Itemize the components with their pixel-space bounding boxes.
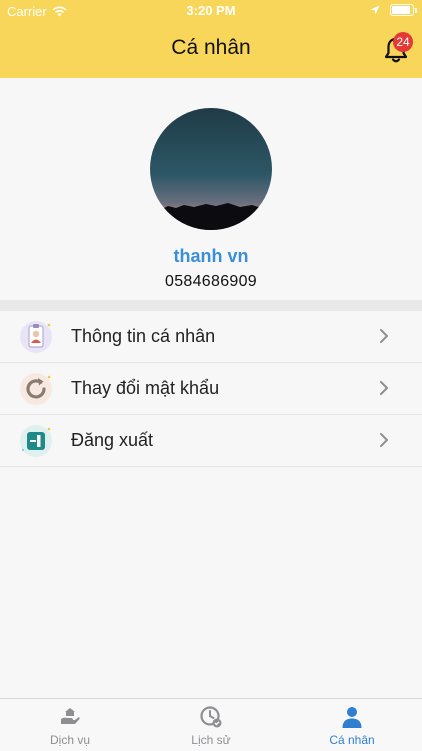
chevron-right-icon	[380, 381, 388, 395]
tab-history[interactable]: Lịch sử	[141, 699, 281, 751]
profile-section: thanh vn 0584686909	[0, 78, 422, 300]
profile-phone: 0584686909	[165, 273, 257, 290]
status-time: 3:20 PM	[186, 3, 236, 18]
person-icon	[342, 707, 362, 728]
notification-badge[interactable]: 24	[393, 32, 413, 52]
battery-icon	[390, 4, 417, 16]
menu-item-personal-info[interactable]: Thông tin cá nhân	[0, 311, 422, 363]
top-bar: Carrier 3:20 PM Cá nhân 24	[0, 0, 422, 78]
page-title: Cá nhân	[171, 36, 251, 59]
profile-menu: Thông tin cá nhân Thay đổi mật khẩu Đăng…	[0, 311, 422, 467]
id-card-icon	[20, 321, 52, 353]
menu-item-change-password[interactable]: Thay đổi mật khẩu	[0, 363, 422, 415]
location-arrow-icon	[370, 5, 380, 15]
logout-icon	[20, 425, 52, 457]
avatar[interactable]	[150, 108, 272, 230]
status-right	[370, 4, 417, 16]
service-hand-icon	[61, 708, 80, 724]
chevron-right-icon	[380, 329, 388, 343]
menu-item-logout[interactable]: Đăng xuất	[0, 415, 422, 467]
tab-personal[interactable]: Cá nhân	[282, 699, 422, 751]
menu-item-label: Đăng xuất	[71, 430, 154, 450]
menu-item-label: Thông tin cá nhân	[71, 326, 216, 346]
status-bar: Carrier 3:20 PM	[0, 0, 422, 22]
profile-name: thanh vn	[173, 246, 249, 266]
history-clock-icon	[200, 706, 222, 728]
bottom-tab-bar: Dịch vụ Lịch sử Cá nhân	[0, 698, 422, 751]
chevron-right-icon	[380, 433, 388, 447]
tab-label: Cá nhân	[329, 733, 375, 747]
refresh-icon	[20, 373, 52, 405]
menu-item-label: Thay đổi mật khẩu	[71, 378, 220, 398]
tab-services[interactable]: Dịch vụ	[0, 699, 140, 751]
tab-label: Lịch sử	[191, 733, 231, 747]
tab-label: Dịch vụ	[49, 733, 90, 747]
section-divider	[0, 300, 422, 311]
